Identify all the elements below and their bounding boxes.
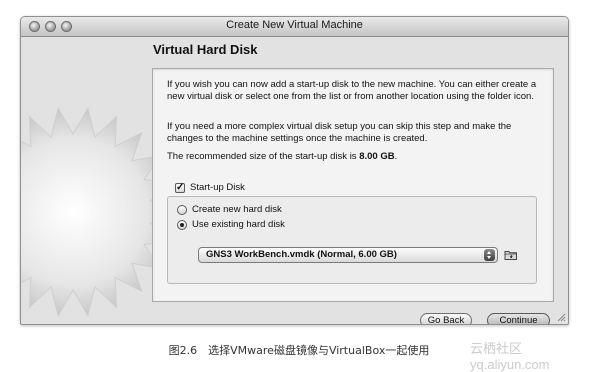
existing-disk-select[interactable]: GNS3 WorkBench.vmdk (Normal, 6.00 GB) [198, 247, 498, 263]
recommended-size-text: The recommended size of the start-up dis… [167, 151, 547, 163]
create-new-disk-radio[interactable] [177, 204, 187, 215]
folder-icon[interactable] [504, 248, 518, 262]
startup-disk-checkbox[interactable]: ✓ [175, 182, 185, 193]
dialog-window: Create New Virtual Machine Virtual Hard … [20, 16, 569, 325]
create-new-disk-option[interactable]: Create new hard disk [177, 204, 282, 215]
startup-disk-group: Create new hard disk Use existing hard d… [167, 196, 537, 284]
create-new-disk-label: Create new hard disk [192, 204, 282, 215]
wizard-content: Virtual Hard Disk If you wish you can no… [21, 37, 568, 324]
use-existing-disk-radio[interactable] [177, 219, 187, 230]
select-arrows-icon [484, 249, 495, 261]
advanced-paragraph: If you need a more complex virtual disk … [167, 121, 512, 144]
intro-paragraph: If you wish you can now add a start-up d… [167, 79, 537, 102]
title-bar[interactable]: Create New Virtual Machine [21, 17, 568, 37]
resize-grip-icon[interactable] [557, 313, 566, 322]
go-back-button[interactable]: Go Back [420, 313, 472, 324]
recommended-size-label: The recommended size of the start-up dis… [167, 151, 357, 162]
recommended-size-period: . [394, 151, 398, 162]
disk-panel: If you wish you can now add a start-up d… [152, 68, 554, 302]
continue-button[interactable]: Continue [487, 313, 550, 324]
window-title: Create New Virtual Machine [226, 19, 363, 31]
recommended-size-value: 8.00 GB [359, 151, 395, 162]
startup-disk-checkbox-row[interactable]: ✓ Start-up Disk [175, 182, 245, 193]
use-existing-disk-label: Use existing hard disk [192, 219, 285, 230]
use-existing-disk-option[interactable]: Use existing hard disk [177, 219, 285, 230]
page-title: Virtual Hard Disk [153, 42, 258, 57]
startup-disk-label: Start-up Disk [190, 182, 245, 193]
existing-disk-select-value: GNS3 WorkBench.vmdk (Normal, 6.00 GB) [206, 249, 397, 260]
